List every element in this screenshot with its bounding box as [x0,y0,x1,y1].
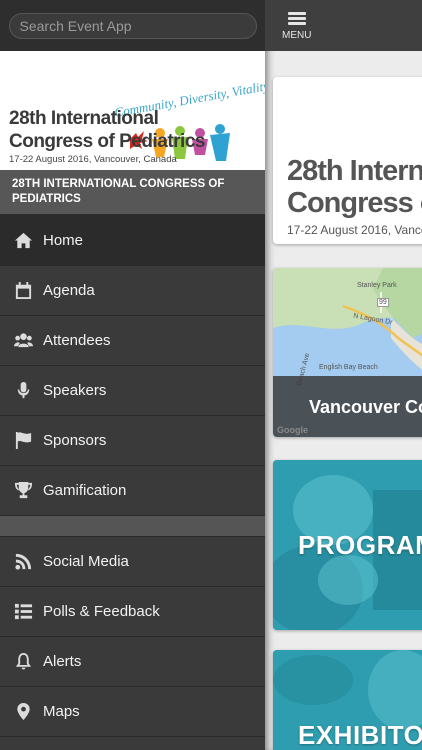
program-card[interactable]: PROGRAM [273,460,422,630]
venue-map-card[interactable]: Stanley Park 99 N Lagoon Dr English Bay … [273,268,422,437]
bell-icon [13,651,34,672]
menu-item-polls-feedback[interactable]: Polls & Feedback [0,587,265,637]
menu-label: MENU [282,30,312,41]
banner-title-line1: 28th International [9,108,159,129]
top-bar: MENU [265,0,422,51]
menu-item-home[interactable]: Home [0,216,265,266]
menu-item-maps[interactable]: Maps [0,687,265,737]
menu-item-label: Home [43,232,84,249]
home-icon [13,230,34,251]
map-pin-icon [13,701,34,722]
main-content: MENU 28th International Congress of Pedi… [265,0,422,750]
list-icon [13,601,34,622]
menu-section-divider [0,516,265,537]
rss-icon [13,551,34,572]
event-banner: Community, Diversity, Vitality 28th Inte… [0,51,265,170]
map-label-english-bay: English Bay Beach [319,364,378,371]
search-input[interactable] [8,12,257,39]
trophy-icon [13,480,34,501]
menu-item-social-media[interactable]: Social Media [0,537,265,587]
sidebar: Community, Diversity, Vitality 28th Inte… [0,0,265,750]
banner-title-line2: Congress of Pediatrics [9,131,205,152]
menu-item-alerts[interactable]: Alerts [0,637,265,687]
card-dates: 17-22 August 2016, Vancouver, Canada [287,223,422,237]
map-label-stanley-park: Stanley Park [357,282,397,289]
calendar-icon [13,280,34,301]
menu-item-label: Sponsors [43,432,107,449]
menu-item-label: Speakers [43,382,107,399]
menu-item-label: Polls & Feedback [43,603,160,620]
program-card-label: PROGRAM [298,530,422,560]
menu-item-attendees[interactable]: Attendees [0,316,265,366]
map-label-highway: 99 [377,298,389,307]
menu-item-speakers[interactable]: Speakers [0,366,265,416]
search-bar [0,0,265,51]
microphone-icon [13,380,34,401]
flag-icon [13,430,34,451]
menu-item-sponsors[interactable]: Sponsors [0,416,265,466]
menu-item-label: Social Media [43,553,129,570]
menu-button[interactable]: MENU [282,10,311,41]
menu-item-label: Attendees [43,332,111,349]
menu-item-label: Agenda [43,282,95,299]
menu-item-label: Alerts [43,653,82,670]
menu-item-label: Maps [43,703,80,720]
people-icon [13,330,34,351]
map-attribution: Google [277,425,308,435]
exhibitors-card[interactable]: EXHIBITORS [273,650,422,750]
congress-title: 28TH INTERNATIONAL CONGRESS OF PEDIATRIC… [0,170,265,214]
menu-item-agenda[interactable]: Agenda [0,266,265,316]
menu-item-gamification[interactable]: Gamification [0,466,265,516]
event-logo-card[interactable]: 28th International Congress of Pediatric… [273,77,422,244]
card-title-line1: 28th International [287,155,422,187]
exhibitors-card-label: EXHIBITORS [298,720,422,750]
card-title-line2: Congress of Pediatrics [287,187,422,219]
menu-item-label: Gamification [43,482,127,499]
banner-dates: 17-22 August 2016, Vancouver, Canada [9,154,177,165]
hamburger-icon [287,10,306,27]
